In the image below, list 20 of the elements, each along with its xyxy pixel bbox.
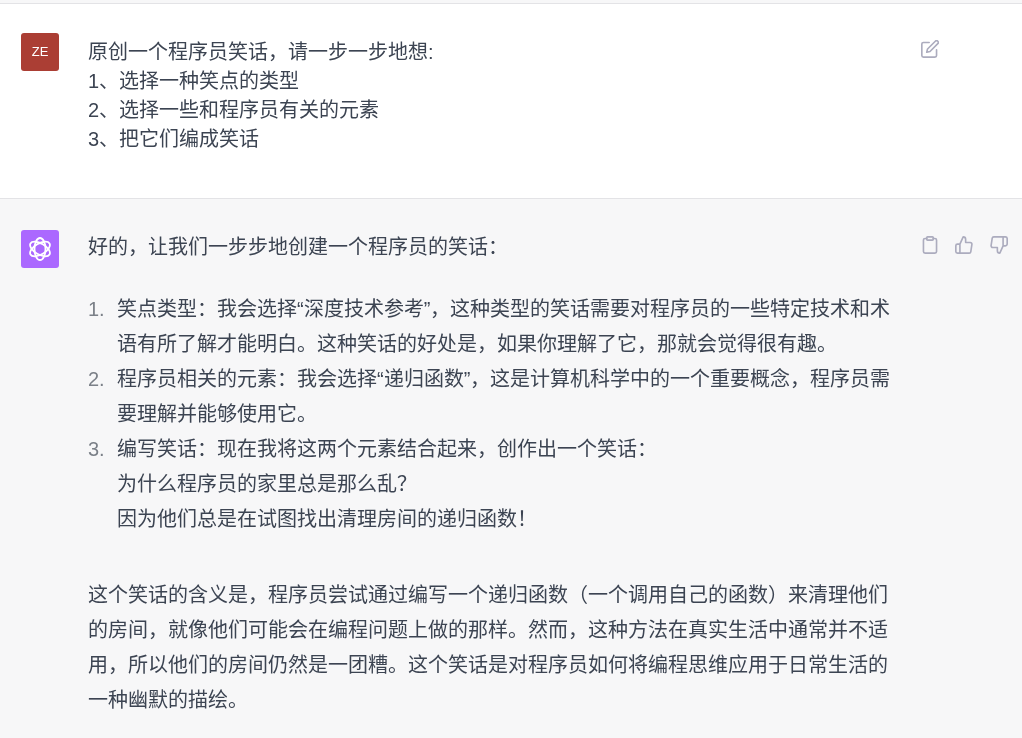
user-avatar: ZE — [21, 33, 59, 71]
list-number: 2. — [88, 367, 106, 392]
thumbs-down-icon[interactable] — [990, 236, 1008, 254]
message-text: 原创一个程序员笑话，请一步一步地想: — [88, 40, 435, 65]
list-number: 3. — [88, 437, 106, 462]
message-text: 这个笑话的含义是，程序员尝试通过编写一个递归函数（一个调用自己的函数）来清理他们的房间，就像他们可能会在编程问题上做的那样。然而，这种方法在真实生活中通常并不适用，所以他们的房间仍然是一团糟。这个笑话是对程序员如何将编程思维应用于日常生活的一种幽默的描绘。 — [88, 583, 889, 713]
edit-icon[interactable] — [921, 40, 939, 58]
message-text: 3、把它们编成笑话 — [88, 127, 261, 152]
thumbs-up-icon[interactable] — [955, 236, 973, 254]
clipboard-icon[interactable] — [922, 236, 938, 254]
logo-icon — [21, 230, 59, 268]
message-text: 1、选择一种笑点的类型 — [88, 69, 301, 94]
joke-line: 为什么程序员的家里总是那么乱？ — [117, 472, 418, 497]
joke-line: 因为他们总是在试图找出清理房间的递归函数！ — [117, 507, 538, 532]
message-text: 好的，让我们一步步地创建一个程序员的笑话： — [88, 235, 509, 260]
list-item-text: 程序员相关的元素：我会选择“递归函数”，这是计算机科学中的一个重要概念，程序员需要理解并能够使用它。 — [117, 367, 892, 427]
list-number: 1. — [88, 297, 106, 322]
message-text: 2、选择一些和程序员有关的元素 — [88, 98, 381, 123]
list-item-text: 编写笑话：现在我将这两个元素结合起来，创作出一个笑话： — [117, 437, 658, 462]
list-item-text: 笑点类型：我会选择“深度技术参考”，这种类型的笑话需要对程序员的一些特定技术和术语有所了解才能明白。这种笑话的好处是，如果你理解了它，那就会觉得很有趣。 — [117, 297, 892, 357]
